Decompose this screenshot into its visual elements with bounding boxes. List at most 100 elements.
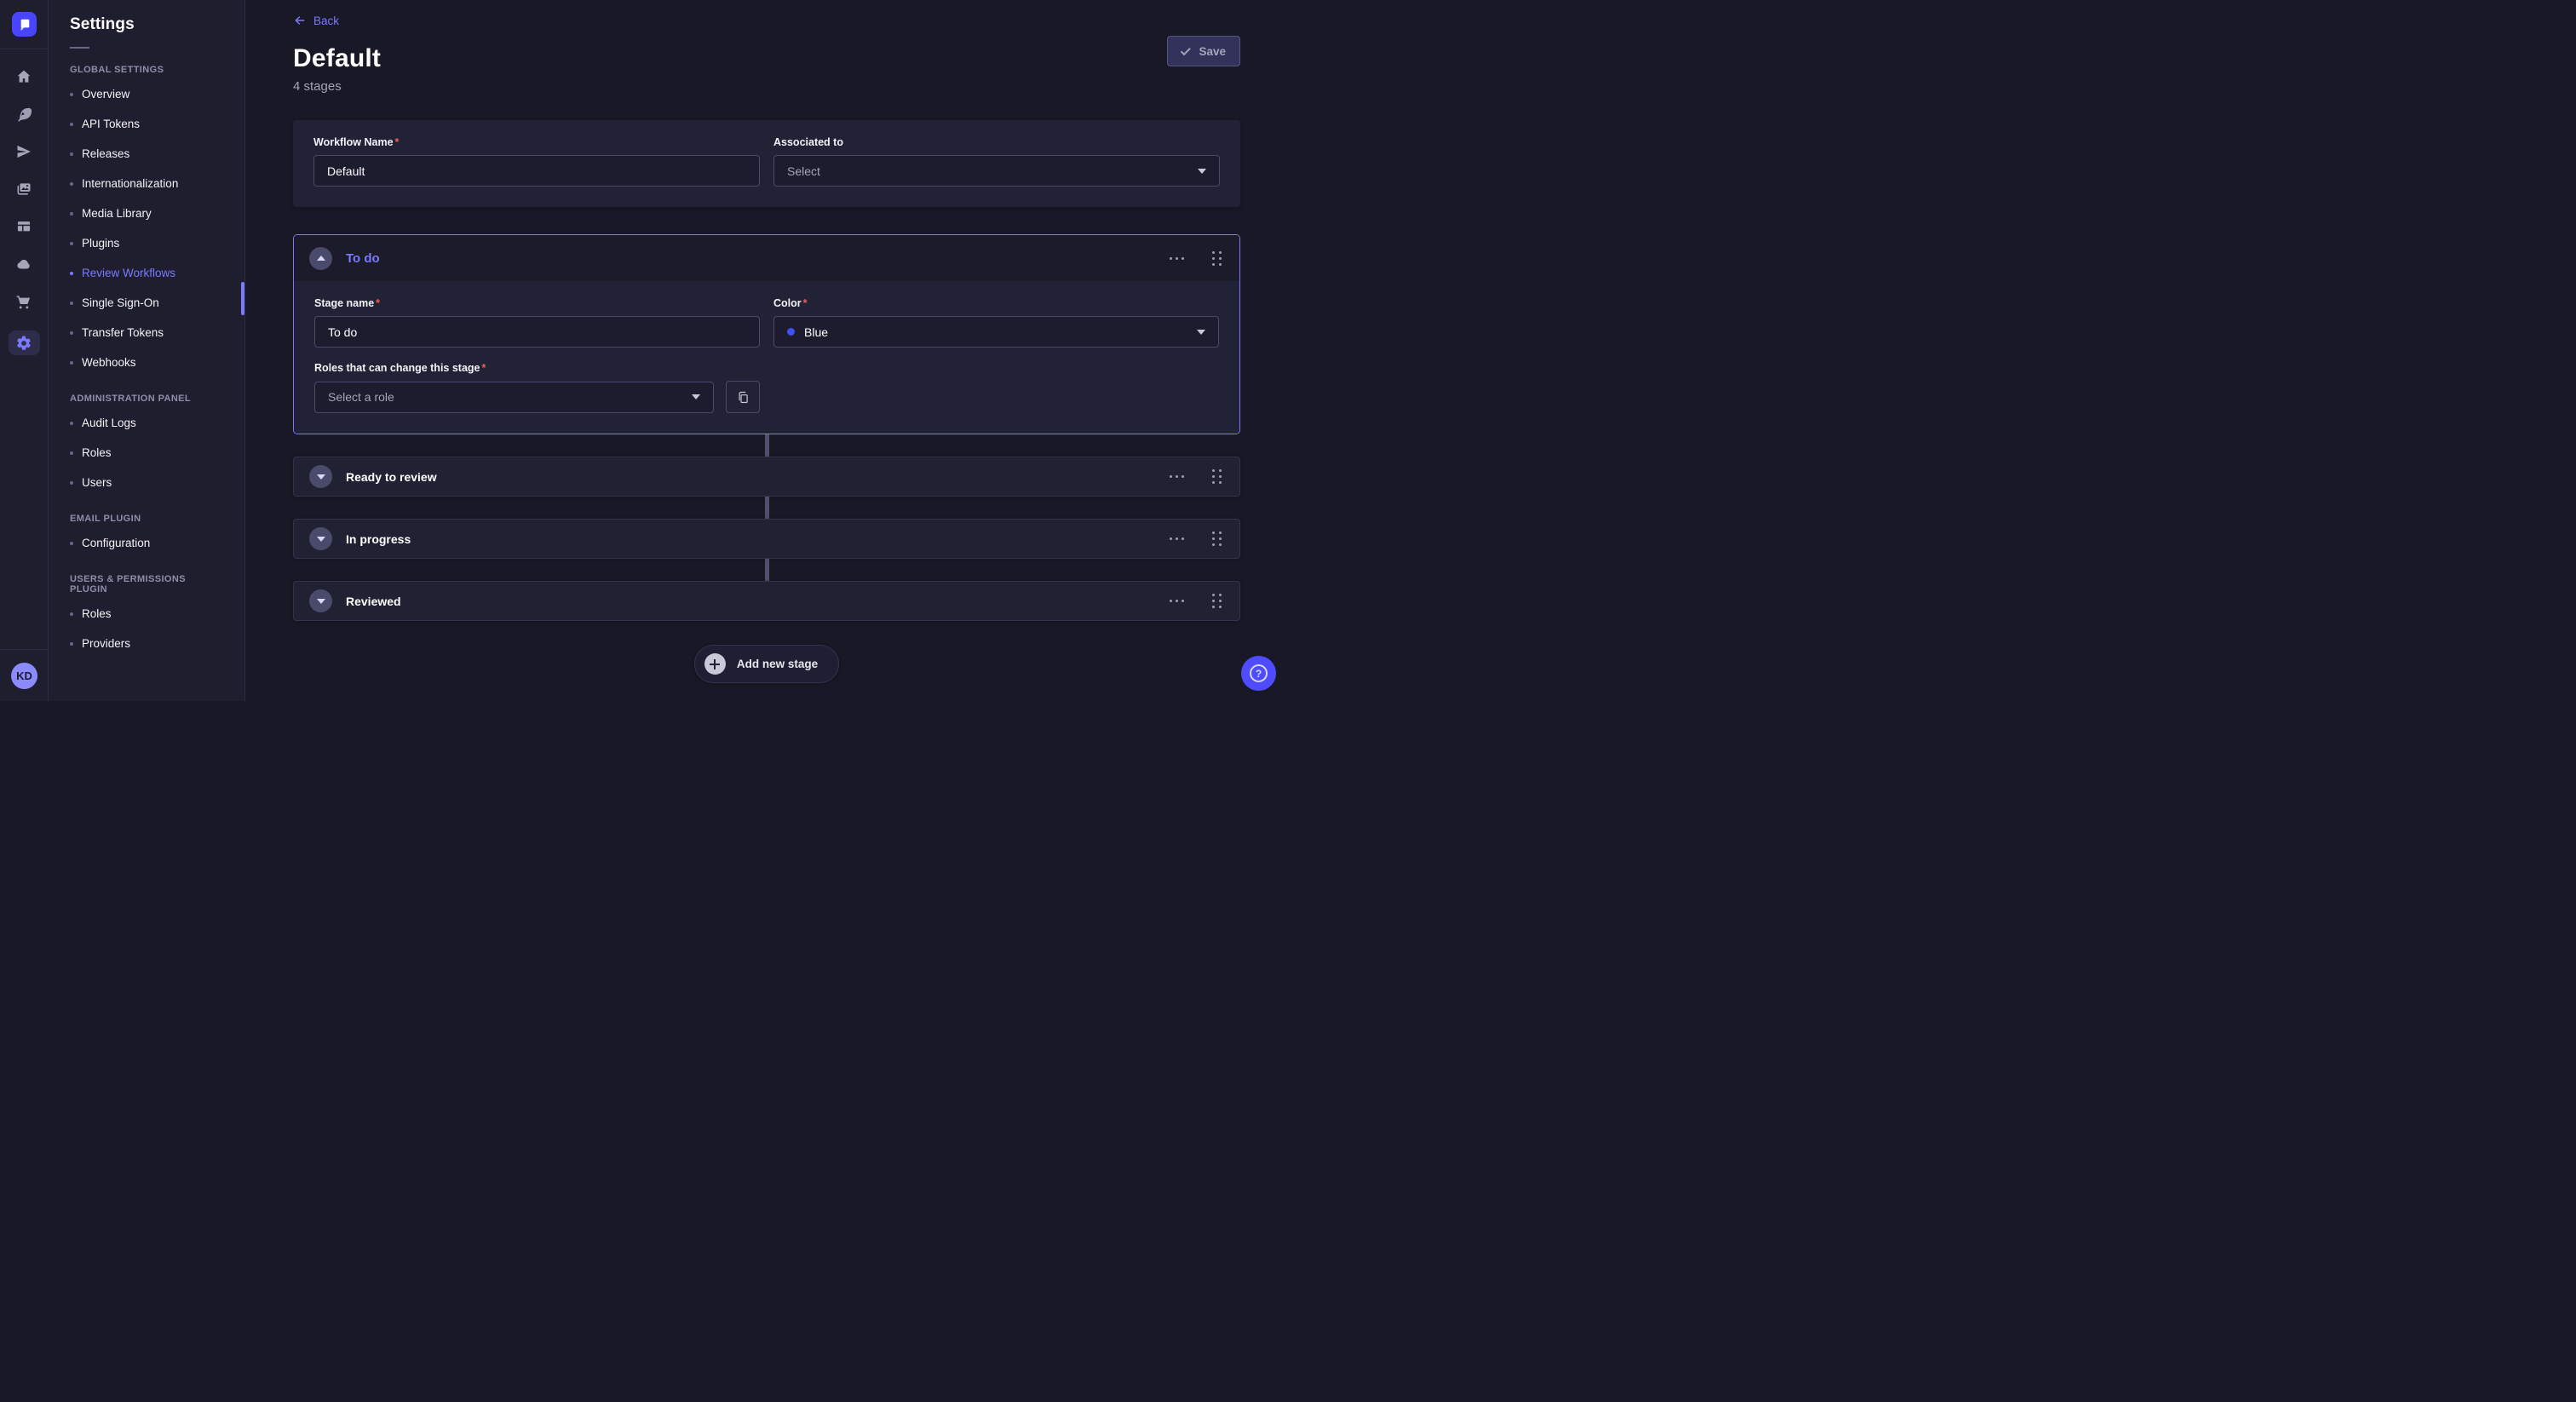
stage-row-reviewed: Reviewed <box>293 581 1240 621</box>
sidebar-item-overview[interactable]: Overview <box>49 79 244 109</box>
sidebar-item-label: Audit Logs <box>82 417 136 429</box>
stage-panel-header: To do <box>294 235 1239 281</box>
settings-gear-icon[interactable] <box>9 330 40 355</box>
page-subtitle: 4 stages <box>293 79 1240 94</box>
bullet-icon <box>70 612 73 616</box>
expand-stage-button[interactable] <box>309 527 332 550</box>
stage-row-label: Ready to review <box>346 470 437 484</box>
add-new-stage-label: Add new stage <box>737 658 818 670</box>
stage-roles-placeholder: Select a role <box>328 390 394 404</box>
back-link[interactable]: Back <box>293 14 339 27</box>
bullet-icon <box>70 642 73 646</box>
sidebar-item-releases[interactable]: Releases <box>49 139 244 169</box>
drag-handle-icon[interactable] <box>1210 249 1224 268</box>
sidebar-item-label: Roles <box>82 446 112 459</box>
duplicate-roles-button[interactable] <box>726 381 760 413</box>
sidebar-item-plugins[interactable]: Plugins <box>49 228 244 258</box>
drag-handle-icon[interactable] <box>1210 591 1224 611</box>
sidebar-item-review-workflows[interactable]: Review Workflows <box>49 258 244 288</box>
stage-options-icon[interactable] <box>1166 254 1187 263</box>
drag-handle-icon[interactable] <box>1210 467 1224 486</box>
chevron-down-icon <box>692 394 700 399</box>
stage-options-icon[interactable] <box>1166 534 1187 543</box>
section-label-global-settings: GLOBAL SETTINGS <box>70 65 223 75</box>
bullet-icon <box>70 212 73 215</box>
release-paper-plane-icon[interactable] <box>14 143 33 160</box>
expand-stage-button[interactable] <box>309 589 332 612</box>
stage-color-field-group: Color* Blue <box>773 297 1219 348</box>
sidebar-item-email-configuration[interactable]: Configuration <box>49 528 244 558</box>
stage-panel-to-do: To do Stage name* To do Color* <box>293 234 1240 434</box>
add-new-stage-button[interactable]: Add new stage <box>694 645 839 683</box>
sidebar-item-label: Transfer Tokens <box>82 326 164 339</box>
sidebar-item-api-tokens[interactable]: API Tokens <box>49 109 244 139</box>
bullet-icon <box>70 93 73 96</box>
stage-name-input[interactable]: To do <box>314 316 760 348</box>
help-button[interactable]: ? <box>1241 656 1276 691</box>
chevron-down-icon <box>1197 330 1205 335</box>
section-label-users-permissions-plugin: USERS & PERMISSIONS PLUGIN <box>70 574 223 595</box>
sidebar-item-admin-roles[interactable]: Roles <box>49 438 244 468</box>
sidebar-item-audit-logs[interactable]: Audit Logs <box>49 408 244 438</box>
associated-to-field-group: Associated to Select <box>773 136 1220 187</box>
associated-to-label: Associated to <box>773 136 1220 148</box>
bullet-icon <box>70 152 73 156</box>
sidebar-item-webhooks[interactable]: Webhooks <box>49 348 244 377</box>
question-mark-icon: ? <box>1250 664 1268 682</box>
stage-row-ready-to-review: Ready to review <box>293 457 1240 497</box>
required-asterisk: * <box>395 136 400 148</box>
chevron-up-icon <box>317 256 325 261</box>
cloud-icon[interactable] <box>14 256 33 273</box>
section-label-administration-panel: ADMINISTRATION PANEL <box>70 394 223 404</box>
stage-connector <box>765 497 769 519</box>
sidebar-item-single-sign-on[interactable]: Single Sign-On <box>49 288 244 318</box>
bullet-icon <box>70 123 73 126</box>
stage-roles-field-group: Roles that can change this stage* Select… <box>314 362 760 413</box>
marketplace-cart-icon[interactable] <box>14 293 33 310</box>
stage-connector <box>765 559 769 581</box>
collapse-stage-button[interactable] <box>309 247 332 270</box>
content-manager-feather-icon[interactable] <box>14 106 33 123</box>
sidebar-item-label: Single Sign-On <box>82 296 159 309</box>
copy-icon <box>736 390 750 405</box>
sidebar-item-media-library[interactable]: Media Library <box>49 198 244 228</box>
subnav-scrollbar-thumb[interactable] <box>241 282 244 315</box>
bullet-icon <box>70 451 73 455</box>
stage-color-label: Color* <box>773 297 1219 309</box>
sidebar-item-transfer-tokens[interactable]: Transfer Tokens <box>49 318 244 348</box>
save-button[interactable]: Save <box>1167 36 1240 66</box>
stage-name-field-group: Stage name* To do <box>314 297 760 348</box>
stage-color-value: Blue <box>804 325 828 339</box>
stage-roles-label: Roles that can change this stage* <box>314 362 760 374</box>
check-icon <box>1181 45 1191 55</box>
drag-handle-icon[interactable] <box>1210 529 1224 549</box>
bullet-icon <box>70 542 73 545</box>
stage-roles-select[interactable]: Select a role <box>314 382 714 413</box>
sidebar-item-label: Webhooks <box>82 356 136 369</box>
stage-color-select[interactable]: Blue <box>773 316 1219 348</box>
strapi-logo[interactable] <box>12 12 37 37</box>
back-arrow-icon <box>293 14 307 27</box>
sidebar-item-label: Roles <box>82 607 112 620</box>
subnav-title: Settings <box>70 15 244 34</box>
user-avatar[interactable]: KD <box>11 663 37 689</box>
sidebar-item-admin-users[interactable]: Users <box>49 468 244 497</box>
sidebar-item-label: API Tokens <box>82 118 140 130</box>
sidebar-item-internationalization[interactable]: Internationalization <box>49 169 244 198</box>
chevron-down-icon <box>1198 169 1206 174</box>
sidebar-item-up-providers[interactable]: Providers <box>49 629 244 658</box>
stage-options-icon[interactable] <box>1166 596 1187 606</box>
stage-row-label: In progress <box>346 532 411 546</box>
workflow-name-input[interactable]: Default <box>313 155 760 187</box>
main-content: Back Default 4 stages Save Workflow Name… <box>245 0 1288 701</box>
sidebar-item-up-roles[interactable]: Roles <box>49 599 244 629</box>
content-type-builder-icon[interactable] <box>14 218 33 235</box>
required-asterisk: * <box>376 297 380 309</box>
associated-to-select[interactable]: Select <box>773 155 1220 187</box>
media-library-icon[interactable] <box>14 181 33 198</box>
home-icon[interactable] <box>14 68 33 85</box>
expand-stage-button[interactable] <box>309 465 332 488</box>
sidebar-item-label: Users <box>82 476 112 489</box>
stage-options-icon[interactable] <box>1166 472 1187 481</box>
back-label: Back <box>313 14 339 27</box>
